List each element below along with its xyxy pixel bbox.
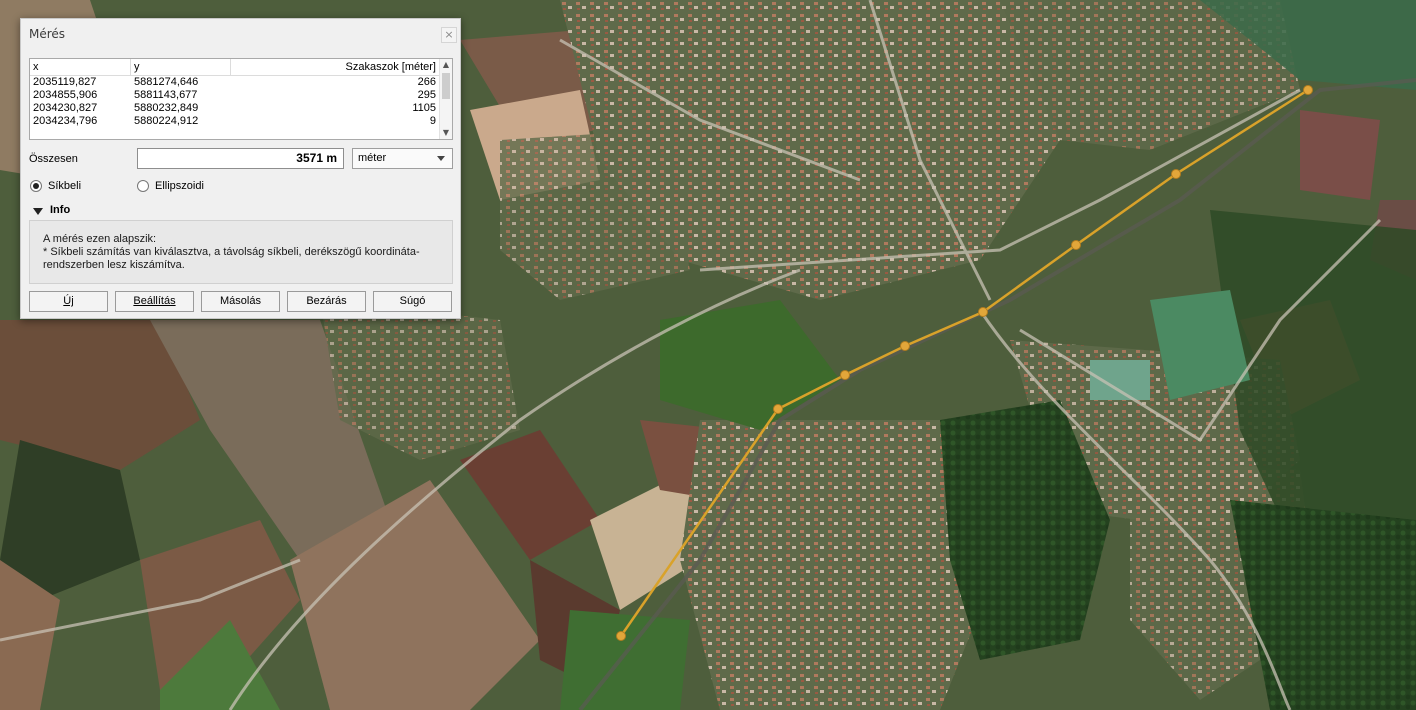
column-header-y[interactable]: y <box>130 59 230 75</box>
settings-button[interactable]: Beállítás <box>115 291 194 312</box>
chevron-down-icon <box>437 156 445 161</box>
total-label: Összesen <box>29 153 78 165</box>
radio-ellipsoidal-label[interactable]: Ellipszoidi <box>155 180 204 192</box>
dialog-title: Mérés <box>29 27 66 41</box>
cell-y: 5881274,646 <box>134 76 199 88</box>
cell-segment: 295 <box>417 89 436 101</box>
close-button[interactable]: Bezárás <box>287 291 366 312</box>
cell-segment: 9 <box>429 115 436 127</box>
scroll-down-icon[interactable]: ▼ <box>440 127 452 139</box>
settings-button-label: Beállítás <box>133 295 176 307</box>
cell-y: 5880232,849 <box>134 102 199 114</box>
total-distance-field[interactable]: 3571 m <box>137 148 344 169</box>
measure-dialog: Mérés × x y Szakaszok [méter] 2035119,82… <box>20 18 461 319</box>
info-box: A mérés ezen alapszik: * Síkbeli számítá… <box>29 220 453 284</box>
cell-x: 2034230,827 <box>33 102 98 114</box>
cell-x: 2034234,796 <box>33 115 98 127</box>
measurement-table[interactable]: x y Szakaszok [méter] 2035119,827 588127… <box>29 58 453 140</box>
dialog-titlebar[interactable]: Mérés × <box>21 19 460 49</box>
copy-button[interactable]: Másolás <box>201 291 280 312</box>
new-button[interactable]: Új <box>29 291 108 312</box>
table-row[interactable]: 2034855,906 5881143,677 295 <box>30 89 440 102</box>
scrollbar-thumb[interactable] <box>442 73 450 99</box>
new-button-label: Új <box>63 295 74 307</box>
radio-ellipsoidal[interactable] <box>137 180 149 192</box>
copy-button-label: Másolás <box>220 295 261 307</box>
cell-segment: 266 <box>417 76 436 88</box>
unit-selected-value: méter <box>358 152 387 164</box>
info-line: rendszerben lesz kiszámítva. <box>43 259 185 271</box>
cell-x: 2034855,906 <box>33 89 98 101</box>
table-scrollbar[interactable]: ▲ ▼ <box>439 59 452 139</box>
help-button[interactable]: Súgó <box>373 291 452 312</box>
column-header-segments[interactable]: Szakaszok [méter] <box>230 59 438 75</box>
table-row[interactable]: 2034234,796 5880224,912 9 <box>30 115 440 128</box>
help-button-label: Súgó <box>399 295 426 307</box>
close-button-label: Bezárás <box>306 295 347 307</box>
table-row[interactable]: 2034230,827 5880232,849 1105 <box>30 102 440 115</box>
table-row[interactable]: 2035119,827 5881274,646 266 <box>30 76 440 89</box>
scroll-up-icon[interactable]: ▲ <box>440 59 452 71</box>
info-line: A mérés ezen alapszik: <box>43 233 157 245</box>
unit-dropdown[interactable]: méter <box>352 148 453 169</box>
cell-segment: 1105 <box>412 102 436 114</box>
info-section-title[interactable]: Info <box>50 204 70 216</box>
collapse-triangle-icon[interactable] <box>33 208 43 215</box>
column-header-x[interactable]: x <box>33 59 39 75</box>
radio-planar-label[interactable]: Síkbeli <box>48 180 81 192</box>
radio-planar[interactable] <box>30 180 42 192</box>
cell-y: 5881143,677 <box>134 89 198 101</box>
cell-y: 5880224,912 <box>134 115 199 127</box>
info-line: * Síkbeli számítás van kiválasztva, a tá… <box>43 246 420 258</box>
cell-x: 2035119,827 <box>33 76 97 88</box>
close-icon[interactable]: × <box>441 27 457 43</box>
table-header: x y Szakaszok [méter] <box>30 59 440 76</box>
